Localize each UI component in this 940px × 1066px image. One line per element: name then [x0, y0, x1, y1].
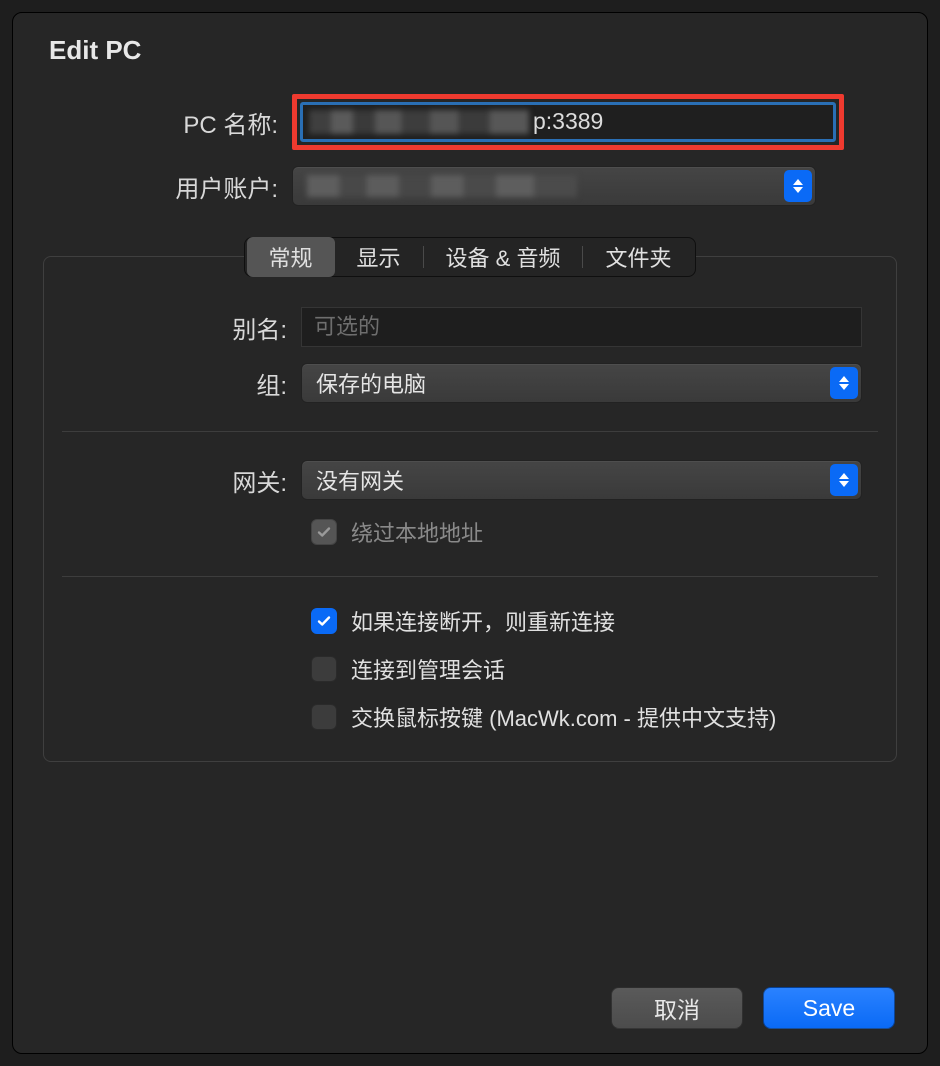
reconnect-label: 如果连接断开，则重新连接: [351, 605, 615, 637]
bypass-local-label: 绕过本地地址: [351, 516, 483, 548]
user-account-select[interactable]: [292, 166, 816, 206]
alias-group-section: 别名: 组: 保存的电脑: [62, 307, 878, 431]
censored-content: [307, 175, 577, 197]
dialog-footer: 取消 Save: [611, 987, 895, 1029]
tab-general[interactable]: 常规: [247, 237, 335, 277]
admin-session-label: 连接到管理会话: [351, 653, 505, 685]
reconnect-row: 如果连接断开，则重新连接: [311, 605, 862, 637]
cancel-button[interactable]: 取消: [611, 987, 743, 1029]
pc-name-highlight: p:3389: [292, 94, 844, 150]
gateway-label: 网关:: [62, 463, 287, 498]
edit-pc-dialog: Edit PC PC 名称: p:3389 用户账户: 常规 显示: [12, 12, 928, 1054]
group-label: 组:: [62, 366, 287, 401]
swap-mouse-label: 交换鼠标按键 (MacWk.com - 提供中文支持): [351, 701, 776, 733]
options-section: 如果连接断开，则重新连接 连接到管理会话 交换鼠标按键 (MacWk.com -…: [62, 576, 878, 743]
alias-input[interactable]: [301, 307, 862, 347]
admin-session-checkbox[interactable]: [311, 656, 337, 682]
user-account-row: 用户账户:: [43, 166, 897, 206]
alias-row: 别名:: [62, 307, 862, 347]
gateway-row: 网关: 没有网关: [62, 460, 862, 500]
dialog-title: Edit PC: [49, 35, 897, 66]
chevron-up-down-icon: [830, 367, 858, 399]
bypass-local-checkbox[interactable]: [311, 519, 337, 545]
tab-devices-audio[interactable]: 设备 & 音频: [424, 237, 583, 277]
save-button[interactable]: Save: [763, 987, 895, 1029]
pc-name-input-wrap: p:3389: [300, 102, 836, 142]
group-row: 组: 保存的电脑: [62, 363, 862, 403]
gateway-select[interactable]: 没有网关: [301, 460, 862, 500]
tab-folders[interactable]: 文件夹: [583, 237, 693, 277]
swap-mouse-checkbox[interactable]: [311, 704, 337, 730]
chevron-up-down-icon: [784, 170, 812, 202]
reconnect-checkbox[interactable]: [311, 608, 337, 634]
group-select-value: 保存的电脑: [316, 367, 426, 399]
tab-bar: 常规 显示 设备 & 音频 文件夹: [244, 237, 697, 277]
swap-mouse-row: 交换鼠标按键 (MacWk.com - 提供中文支持): [311, 701, 862, 733]
pc-name-input[interactable]: [300, 102, 836, 142]
bypass-local-row: 绕过本地地址: [311, 516, 862, 548]
pc-name-row: PC 名称: p:3389: [43, 94, 897, 150]
alias-label: 别名:: [62, 310, 287, 345]
check-icon: [316, 524, 332, 540]
connection-fields: PC 名称: p:3389 用户账户:: [43, 94, 897, 206]
admin-session-row: 连接到管理会话: [311, 653, 862, 685]
gateway-section: 网关: 没有网关 绕过本地地址: [62, 431, 878, 576]
settings-pane: 常规 显示 设备 & 音频 文件夹 别名: 组: 保存的电脑 网关:: [43, 256, 897, 762]
tab-display[interactable]: 显示: [335, 237, 423, 277]
pc-name-label: PC 名称:: [43, 105, 278, 140]
chevron-up-down-icon: [830, 464, 858, 496]
check-icon: [316, 613, 332, 629]
user-account-label: 用户账户:: [43, 169, 278, 204]
gateway-select-value: 没有网关: [316, 464, 404, 496]
group-select[interactable]: 保存的电脑: [301, 363, 862, 403]
